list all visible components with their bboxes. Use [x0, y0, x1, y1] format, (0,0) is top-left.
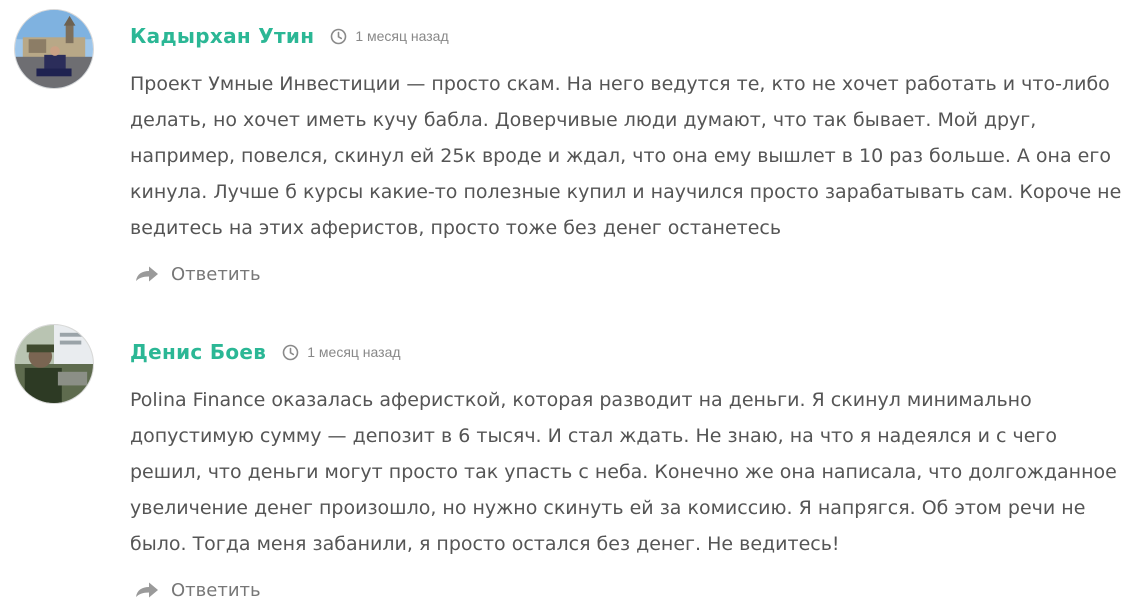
comment-author[interactable]: Кадырхан Утин — [130, 24, 314, 48]
comment-text: Polina Finance оказалась аферисткой, кот… — [130, 389, 1117, 555]
avatar-image — [15, 10, 93, 88]
avatar[interactable] — [14, 324, 94, 404]
clock-icon — [282, 344, 299, 361]
reply-button[interactable]: Ответить — [134, 260, 261, 288]
clock-icon — [330, 28, 347, 45]
comment-meta: Денис Боев 1 месяц назад — [130, 337, 401, 367]
comment-meta: Кадырхан Утин 1 месяц назад — [130, 21, 449, 51]
comment-time-text: 1 месяц назад — [307, 344, 401, 360]
reply-label: Ответить — [171, 263, 261, 285]
avatar[interactable] — [14, 9, 94, 89]
comment-author[interactable]: Денис Боев — [130, 340, 266, 364]
avatar-image — [15, 325, 93, 403]
comment-time[interactable]: 1 месяц назад — [282, 344, 401, 361]
comment-text: Проект Умные Инвестиции — просто скам. Н… — [130, 73, 1122, 239]
comment-time[interactable]: 1 месяц назад — [330, 28, 449, 45]
reply-arrow-icon — [134, 264, 160, 284]
comment-time-text: 1 месяц назад — [355, 28, 449, 44]
reply-label: Ответить — [171, 579, 261, 601]
reply-button[interactable]: Ответить — [134, 576, 261, 604]
reply-arrow-icon — [134, 580, 160, 600]
